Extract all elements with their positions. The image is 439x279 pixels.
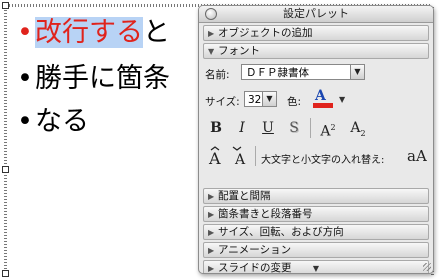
section-label: 箇条書きと段落番号	[218, 208, 313, 220]
change-case-label: 大文字と小文字の入れ替え:	[261, 155, 385, 166]
close-button[interactable]	[205, 8, 217, 20]
line-text: なる	[35, 106, 89, 137]
color-dropdown-arrow-icon[interactable]: ▼	[339, 95, 345, 104]
decrease-font-size-button[interactable]: A	[229, 146, 251, 168]
toolbar-separator	[255, 146, 256, 166]
toolbar-separator	[310, 118, 311, 138]
disclosure-right-icon: ▶	[208, 210, 215, 219]
font-color-button[interactable]: A	[313, 88, 333, 108]
section-alignment-spacing[interactable]: ▶ 配置と間隔	[203, 188, 429, 204]
increase-font-size-button[interactable]: A	[205, 146, 227, 168]
italic-button[interactable]: I	[231, 119, 253, 137]
svg-text:A: A	[234, 152, 246, 168]
formatting-palette: 設定パレット ▶ オブジェクトの追加 ▼ フォント 名前: ＤＦＰ隷書体 ▼ サイズ…	[198, 5, 434, 274]
section-label: アニメーション	[218, 244, 292, 256]
bullet-marker: •	[17, 17, 33, 48]
resize-grip-icon[interactable]	[423, 263, 431, 271]
section-size-rotation[interactable]: ▶ サイズ、回転、および方向	[203, 224, 429, 240]
section-label: オブジェクトの追加	[218, 27, 313, 39]
section-label: フォント	[218, 45, 260, 57]
scroll-down-icon[interactable]: ▼	[199, 264, 433, 273]
subscript-letter: A	[350, 120, 361, 136]
font-size-select[interactable]: 32 ▼	[244, 91, 277, 107]
font-name-label: 名前:	[205, 69, 230, 81]
disclosure-right-icon: ▶	[208, 192, 215, 201]
font-panel: 名前: ＤＦＰ隷書体 ▼ サイズ: 32 ▼ 色: A ▼ B I U S A2…	[199, 59, 433, 186]
resize-handle-bottom-left[interactable]	[2, 270, 9, 277]
font-color-icon: A	[315, 88, 326, 104]
disclosure-right-icon: ▶	[208, 228, 215, 237]
bullet-line-2[interactable]: •勝手に箇条	[17, 62, 170, 96]
font-name-select[interactable]: ＤＦＰ隷書体 ▼	[241, 64, 365, 80]
superscript-letter: A	[320, 123, 331, 140]
superscript-button[interactable]: A2	[317, 119, 339, 140]
font-size-value: 32	[248, 94, 262, 106]
increase-font-icon: A	[208, 146, 221, 168]
decrease-font-icon: A	[232, 146, 246, 168]
disclosure-right-icon: ▶	[208, 29, 215, 38]
bullet-marker: •	[17, 63, 33, 94]
bullet-line-1[interactable]: •改行すると	[17, 16, 170, 50]
underline-button[interactable]: U	[257, 119, 279, 137]
font-color-bar	[313, 103, 333, 108]
bullet-marker: •	[17, 106, 33, 137]
section-label: サイズ、回転、および方向	[218, 226, 344, 238]
change-case-button[interactable]: aA	[407, 147, 427, 165]
font-size-label: サイズ:	[205, 96, 240, 108]
palette-title: 設定パレット	[283, 7, 349, 20]
shadow-button[interactable]: S	[283, 119, 305, 137]
svg-text:A: A	[208, 149, 221, 168]
font-color-label: 色:	[287, 96, 302, 108]
bold-button[interactable]: B	[205, 119, 227, 137]
font-name-value: ＤＦＰ隷書体	[246, 67, 309, 79]
line-text: と	[143, 17, 170, 48]
section-label: 配置と間隔	[218, 190, 271, 202]
resize-handle-left[interactable]	[2, 166, 9, 173]
line-text: 勝手に箇条	[35, 63, 170, 94]
subscript-button[interactable]: A2	[347, 119, 369, 138]
palette-titlebar[interactable]: 設定パレット	[199, 6, 433, 23]
section-animation[interactable]: ▶ アニメーション	[203, 242, 429, 258]
bullet-line-3[interactable]: •なる	[17, 105, 89, 139]
resize-handle-top-left[interactable]	[2, 2, 9, 9]
disclosure-down-icon: ▼	[208, 47, 215, 56]
disclosure-right-icon: ▶	[208, 246, 215, 255]
chevron-down-icon: ▼	[350, 65, 364, 79]
section-bullets-numbering[interactable]: ▶ 箇条書きと段落番号	[203, 206, 429, 222]
subscript-mark: 2	[360, 128, 366, 138]
chevron-down-icon: ▼	[262, 92, 276, 106]
selection-border-left	[4, 7, 7, 275]
section-add-object[interactable]: ▶ オブジェクトの追加	[203, 25, 429, 41]
superscript-mark: 2	[330, 123, 336, 132]
selected-text[interactable]: 改行する	[35, 17, 143, 48]
section-font[interactable]: ▼ フォント	[203, 43, 429, 59]
